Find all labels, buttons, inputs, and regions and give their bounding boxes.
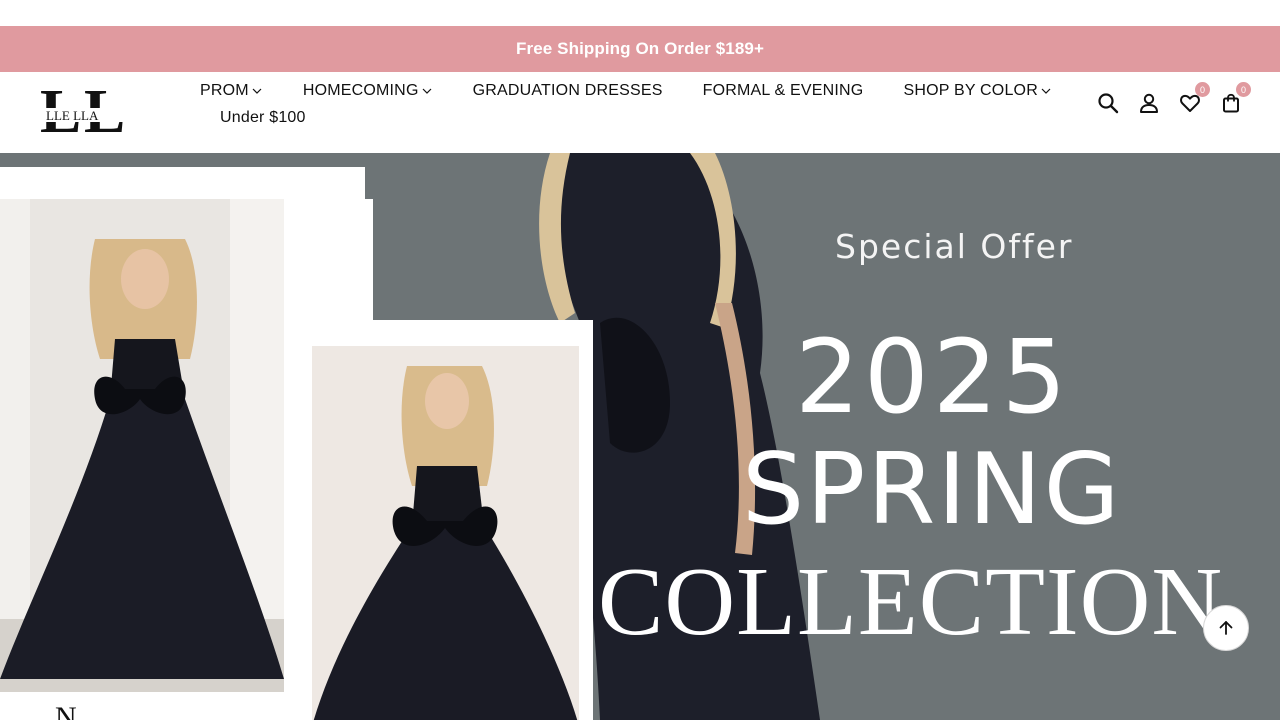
main-nav: PROM HOMECOMING GRADUATION DRESSES FORMA… [200,80,1051,129]
announcement-bar: Free Shipping On Order $189+ [0,26,1280,72]
wishlist-count-badge: 0 [1195,82,1210,97]
hero-title-line1: SPRING [742,433,1122,547]
search-button[interactable] [1097,92,1119,114]
wishlist-button[interactable]: 0 [1179,82,1210,114]
back-to-top-button[interactable] [1203,605,1249,651]
account-button[interactable] [1138,92,1160,114]
hero-title-line2: COLLECTION [598,548,1224,656]
model-photo-left [0,199,284,692]
chevron-down-icon [422,88,432,94]
logo-text: LLE LLA [46,108,99,123]
cart-button[interactable]: 0 [1220,82,1251,114]
chevron-down-icon [1041,88,1051,94]
nav-item-label: SHOP BY COLOR [903,82,1038,99]
site-header: L L LLE LLA PROM HOMECOMING GRADUATION D… [0,72,1280,153]
nav-item-label: PROM [200,82,249,99]
model-photo-right-image [312,346,579,720]
nav-row-secondary: Under $100 [200,107,1030,129]
nav-item-under-100[interactable]: Under $100 [220,109,306,127]
nav-row-primary: PROM HOMECOMING GRADUATION DRESSES FORMA… [200,80,1051,102]
nav-item-label: Under $100 [220,109,306,126]
model-photo-right [312,346,579,720]
top-strip [0,0,1280,26]
user-icon [1140,93,1158,113]
nav-item-graduation-dresses[interactable]: GRADUATION DRESSES [473,82,663,100]
nav-item-homecoming[interactable]: HOMECOMING [303,82,432,100]
cart-count-badge: 0 [1236,82,1251,97]
model-photo-left-image [0,199,284,692]
nav-item-label: HOMECOMING [302,82,419,99]
chevron-down-icon [252,88,262,94]
brand-logo[interactable]: L L LLE LLA [40,78,132,146]
hero-year: 2025 [795,318,1071,437]
hero-banner[interactable]: N Special Offer 2025 SPRING COLLECTION [0,153,1280,720]
nav-item-formal-evening[interactable]: FORMAL & EVENING [703,82,864,100]
arrow-up-icon [1219,621,1233,635]
nav-item-shop-by-color[interactable]: SHOP BY COLOR [903,82,1051,100]
search-icon [1098,93,1119,114]
photo-card-caption: N [55,701,77,720]
logo-mark: L L LLE LLA [40,78,132,146]
nav-item-label: GRADUATION DRESSES [472,82,663,99]
nav-item-label: FORMAL & EVENING [702,82,864,99]
header-icons: 0 0 [1097,82,1251,114]
nav-item-prom[interactable]: PROM [200,82,262,100]
announcement-text: Free Shipping On Order $189+ [516,39,764,58]
hero-kicker: Special Offer [835,227,1074,266]
